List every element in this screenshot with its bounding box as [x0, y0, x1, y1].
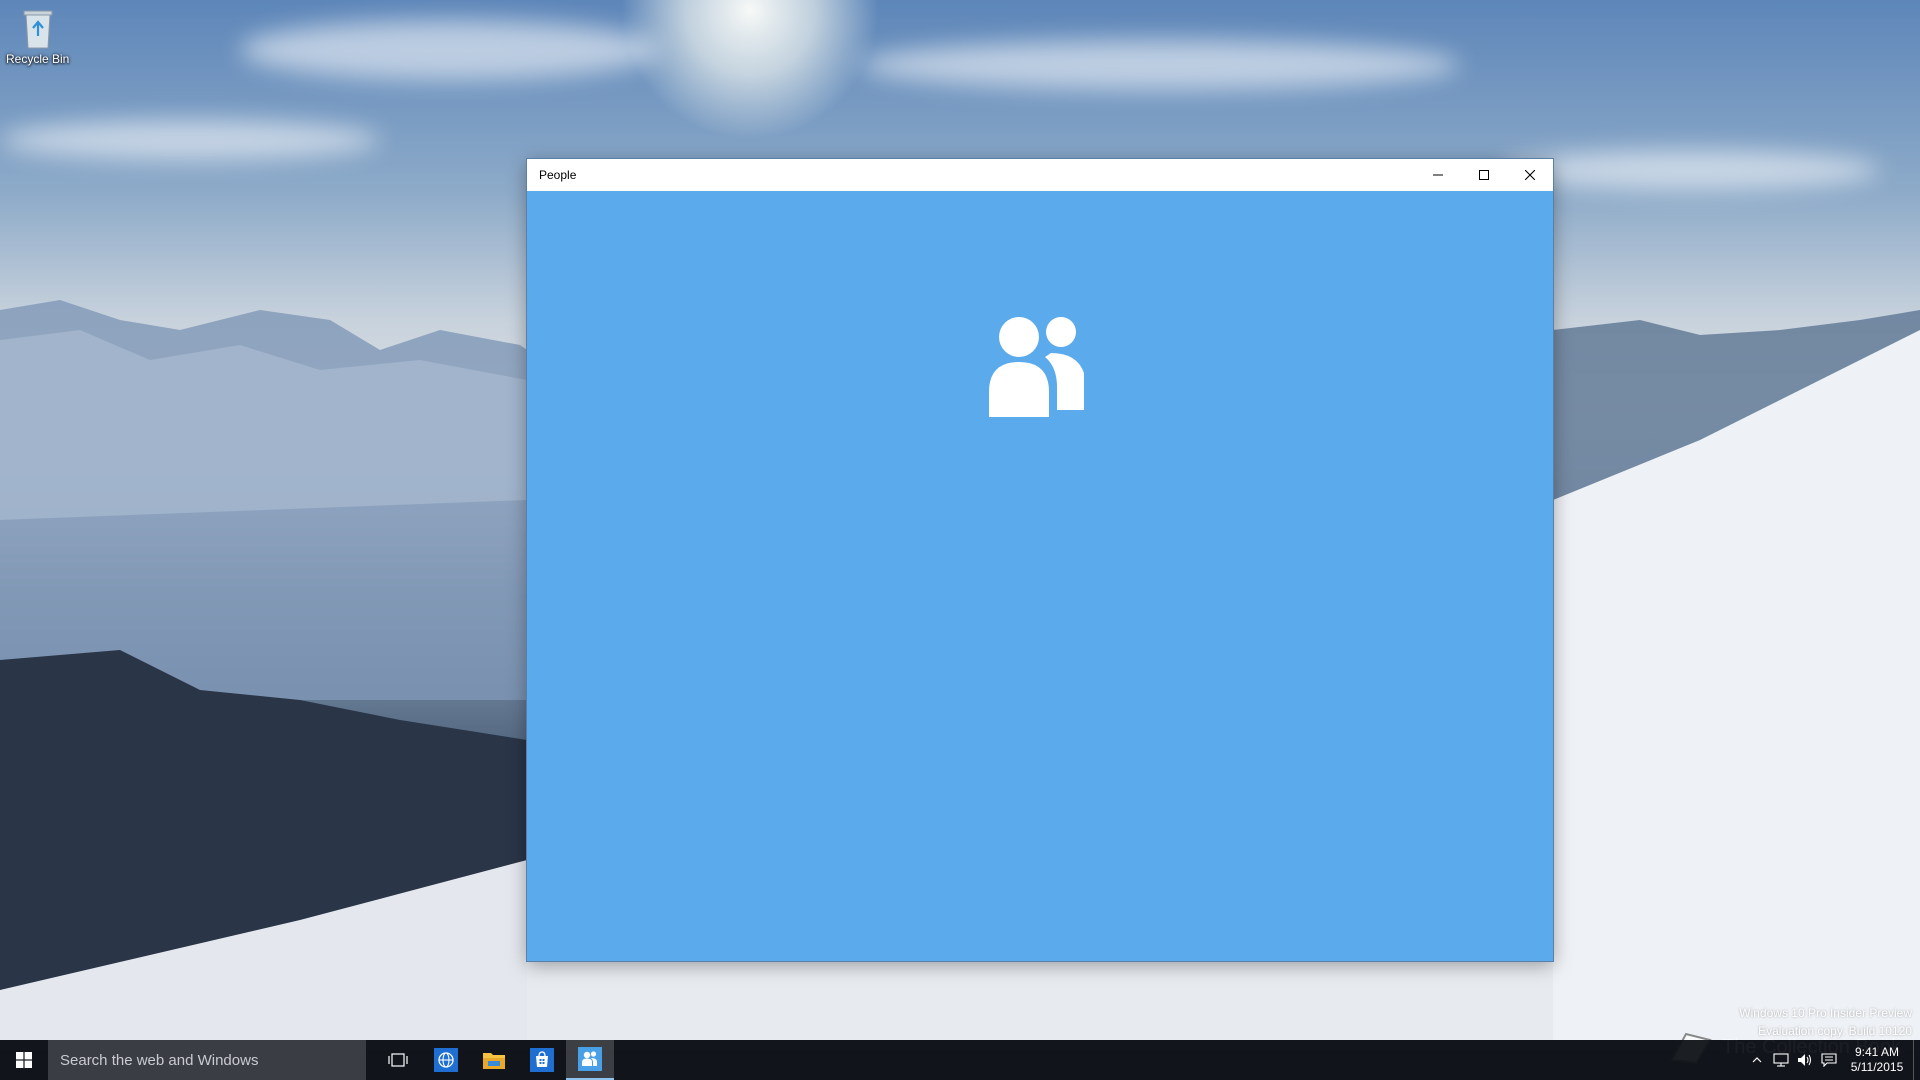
clock-date: 5/11/2015	[1850, 1060, 1904, 1074]
chevron-up-icon	[1752, 1057, 1762, 1063]
network-icon	[1773, 1053, 1789, 1067]
show-hidden-icons-button[interactable]	[1745, 1040, 1769, 1080]
search-placeholder: Search the web and Windows	[60, 1051, 259, 1069]
folder-icon	[483, 1053, 505, 1069]
system-tray: 9:41 AM 5/11/2015	[1745, 1040, 1920, 1080]
recycle-bin-shortcut[interactable]: Recycle Bin	[6, 6, 69, 66]
start-button[interactable]	[0, 1040, 48, 1080]
clock[interactable]: 9:41 AM 5/11/2015	[1841, 1040, 1913, 1080]
globe-icon	[434, 1048, 458, 1072]
store-icon	[530, 1048, 554, 1072]
people-icon	[989, 317, 1084, 417]
network-button[interactable]	[1769, 1040, 1793, 1080]
people-app-window: People	[527, 159, 1553, 961]
windows-logo-icon	[16, 1052, 32, 1068]
volume-icon	[1798, 1054, 1812, 1066]
window-title: People	[539, 168, 577, 182]
file-explorer-button[interactable]	[470, 1040, 518, 1080]
show-desktop-button[interactable]	[1913, 1040, 1920, 1080]
maximize-button[interactable]	[1461, 159, 1507, 191]
desktop: Recycle Bin People Windows 10 Pro Inside…	[0, 0, 1920, 1080]
splash-screen	[527, 191, 1553, 961]
people-taskbar-button[interactable]	[566, 1040, 614, 1080]
watermark-edition: Windows 10 Pro Insider Preview	[1739, 1006, 1912, 1020]
clock-time: 9:41 AM	[1854, 1045, 1900, 1059]
close-button[interactable]	[1507, 159, 1553, 191]
action-center-icon	[1821, 1053, 1837, 1067]
store-button[interactable]	[518, 1040, 566, 1080]
recycle-bin-label: Recycle Bin	[6, 52, 70, 66]
close-icon	[1525, 170, 1535, 180]
maximize-icon	[1479, 170, 1489, 180]
browser-button[interactable]	[422, 1040, 470, 1080]
taskbar: Search the web and Windows 9:41 AM 5/11/…	[0, 1040, 1920, 1080]
people-icon	[578, 1047, 602, 1071]
search-input[interactable]: Search the web and Windows	[48, 1040, 366, 1080]
recycle-bin-icon	[23, 10, 53, 49]
task-view-button[interactable]	[374, 1040, 422, 1080]
minimize-icon	[1433, 174, 1443, 176]
action-center-button[interactable]	[1817, 1040, 1841, 1080]
volume-button[interactable]	[1793, 1040, 1817, 1080]
task-view-icon	[388, 1053, 408, 1067]
title-bar[interactable]: People	[527, 159, 1553, 191]
minimize-button[interactable]	[1415, 159, 1461, 191]
